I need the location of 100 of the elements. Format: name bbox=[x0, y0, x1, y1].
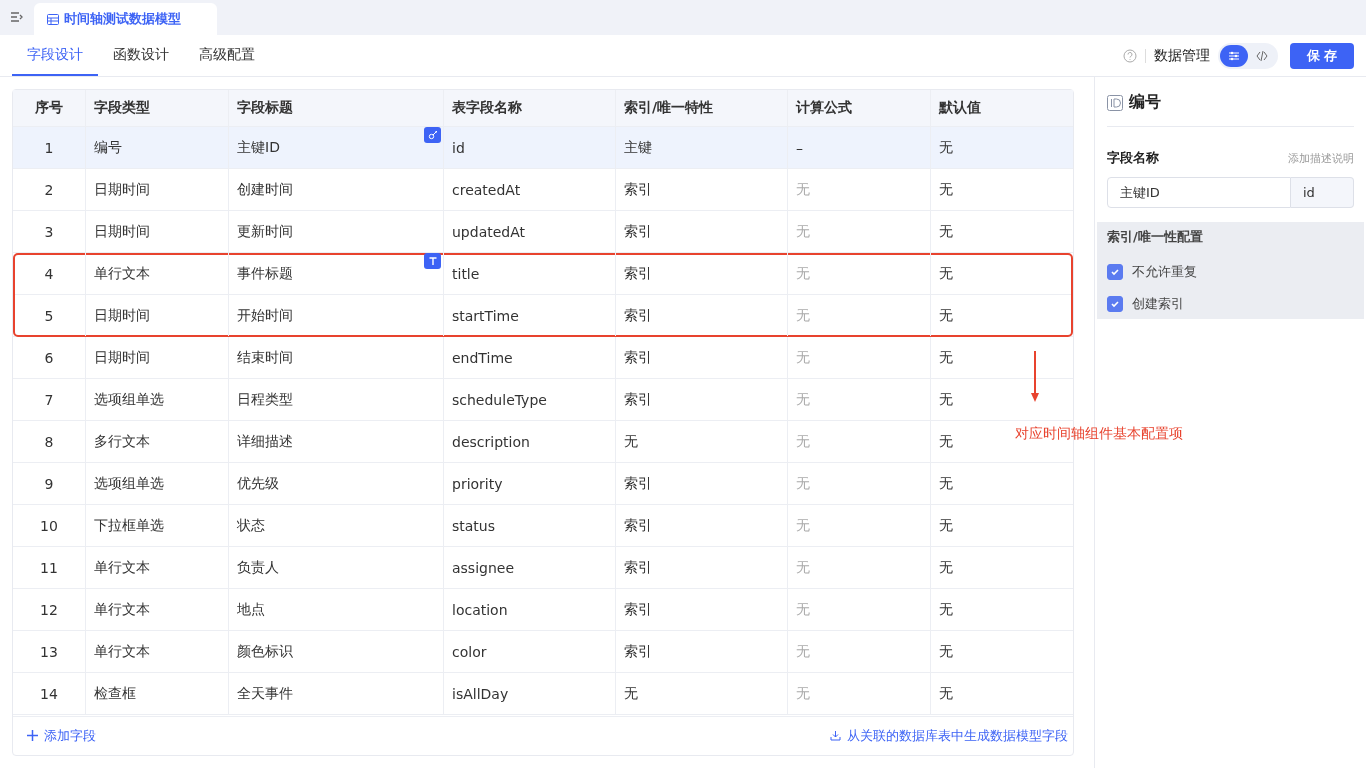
data-management-label: 数据管理 bbox=[1154, 46, 1210, 65]
table-icon bbox=[47, 13, 59, 25]
table-cell: 日期时间 bbox=[94, 180, 150, 199]
checkmark-icon bbox=[1110, 267, 1120, 277]
table-cell: 选项组单选 bbox=[94, 390, 164, 409]
table-cell: 无 bbox=[796, 558, 810, 577]
table-cell: 无 bbox=[796, 348, 810, 367]
table-cell: 事件标题 bbox=[237, 264, 293, 283]
table-cell: color bbox=[452, 643, 487, 660]
document-tab[interactable]: 时间轴测试数据模型 bbox=[34, 3, 217, 35]
table-cell: assignee bbox=[452, 559, 515, 576]
table-cell: 无 bbox=[939, 600, 953, 619]
table-cell: 检查框 bbox=[94, 684, 136, 703]
table-cell: 主键 bbox=[624, 138, 652, 157]
help-icon[interactable] bbox=[1123, 48, 1137, 63]
table-cell: 无 bbox=[796, 222, 810, 241]
table-cell: 无 bbox=[939, 306, 953, 325]
checkbox-label: 不允许重复 bbox=[1132, 263, 1197, 281]
table-cell: 编号 bbox=[94, 138, 122, 157]
table-cell: createdAt bbox=[452, 181, 521, 198]
table-cell: 无 bbox=[939, 348, 953, 367]
checkbox[interactable] bbox=[1107, 264, 1123, 280]
table-cell: 无 bbox=[796, 264, 810, 283]
generate-fields-link[interactable]: 从关联的数据库表中生成数据模型字段 bbox=[830, 726, 1068, 745]
tab[interactable]: 高级配置 bbox=[184, 35, 270, 76]
checkmark-icon bbox=[1110, 299, 1120, 309]
table-cell: 2 bbox=[44, 181, 54, 198]
table-cell: 地点 bbox=[237, 600, 265, 619]
table-cell: 选项组单选 bbox=[94, 474, 164, 493]
table-cell: startTime bbox=[452, 307, 519, 324]
table-cell: updatedAt bbox=[452, 223, 526, 240]
table-cell: 结束时间 bbox=[237, 348, 293, 367]
table-cell: 单行文本 bbox=[94, 642, 150, 661]
table-cell: 无 bbox=[796, 516, 810, 535]
table-cell: 索引 bbox=[624, 474, 652, 493]
add-description-link[interactable]: 添加描述说明 bbox=[1288, 150, 1354, 166]
table-cell: 多行文本 bbox=[94, 432, 150, 451]
table-cell: 无 bbox=[939, 474, 953, 493]
column-header: 表字段名称 bbox=[444, 90, 616, 126]
table-cell: 无 bbox=[796, 390, 810, 409]
checkbox[interactable] bbox=[1107, 296, 1123, 312]
field-label: 字段名称 bbox=[1107, 149, 1159, 167]
table-cell: 更新时间 bbox=[237, 222, 293, 241]
table-cell: 索引 bbox=[624, 516, 652, 535]
download-icon bbox=[830, 730, 841, 741]
table-cell: 无 bbox=[796, 474, 810, 493]
table-cell: 无 bbox=[939, 222, 953, 241]
table-cell: – bbox=[796, 139, 803, 156]
table-cell: 无 bbox=[796, 684, 810, 703]
tab[interactable]: 函数设计 bbox=[98, 35, 184, 76]
table-cell: 10 bbox=[40, 517, 58, 534]
table-cell: 1 bbox=[44, 139, 54, 156]
table-cell: 日期时间 bbox=[94, 306, 150, 325]
table-cell: 无 bbox=[939, 264, 953, 283]
table-cell: 日程类型 bbox=[237, 390, 293, 409]
table-cell: id bbox=[452, 139, 465, 156]
column-header: 字段类型 bbox=[86, 90, 229, 126]
table-cell: 单行文本 bbox=[94, 600, 150, 619]
table-cell: 9 bbox=[44, 475, 54, 492]
table-cell: 无 bbox=[796, 642, 810, 661]
annotation-text: 对应时间轴组件基本配置项 bbox=[1015, 425, 1183, 443]
table-cell: 无 bbox=[939, 180, 953, 199]
tab[interactable]: 字段设计 bbox=[12, 35, 98, 76]
table-cell: 无 bbox=[939, 516, 953, 535]
field-title-input[interactable]: 主键ID bbox=[1107, 177, 1291, 208]
sidebar-toggle-icon[interactable] bbox=[10, 11, 24, 23]
column-header: 计算公式 bbox=[788, 90, 931, 126]
table-cell: 单行文本 bbox=[94, 264, 150, 283]
table-cell: 开始时间 bbox=[237, 306, 293, 325]
table-cell: 4 bbox=[44, 265, 54, 282]
table-cell: 索引 bbox=[624, 264, 652, 283]
table-cell: 索引 bbox=[624, 642, 652, 661]
column-header: 序号 bbox=[13, 90, 86, 126]
arrow bbox=[1030, 351, 1040, 403]
table-cell: 6 bbox=[44, 349, 54, 366]
table-cell: 11 bbox=[40, 559, 58, 576]
save-button[interactable]: 保 存 bbox=[1290, 42, 1354, 69]
table-cell: 无 bbox=[796, 600, 810, 619]
table-cell: 5 bbox=[44, 307, 54, 324]
table-cell: priority bbox=[452, 475, 503, 492]
table-cell: 创建时间 bbox=[237, 180, 293, 199]
table-cell: 全天事件 bbox=[237, 684, 293, 703]
table-cell: 索引 bbox=[624, 558, 652, 577]
checkbox-label: 创建索引 bbox=[1132, 295, 1184, 313]
table-cell: 索引 bbox=[624, 348, 652, 367]
table-cell: 无 bbox=[939, 432, 953, 451]
document-title: 时间轴测试数据模型 bbox=[64, 10, 181, 28]
table-cell: 单行文本 bbox=[94, 558, 150, 577]
table-row[interactable]: 1 编号 主键ID id 主键 – 无 bbox=[13, 127, 1073, 169]
table-cell: 3 bbox=[44, 223, 54, 240]
panel-title: 编号 bbox=[1129, 92, 1161, 113]
field-name-input[interactable]: id bbox=[1291, 177, 1354, 208]
sliders-icon[interactable] bbox=[1220, 44, 1248, 67]
column-header: 默认值 bbox=[937, 98, 982, 117]
table-cell: 无 bbox=[796, 180, 810, 199]
table-cell: 无 bbox=[939, 390, 953, 409]
plus-icon bbox=[27, 730, 38, 741]
table-cell: endTime bbox=[452, 349, 513, 366]
add-field-link[interactable]: 添加字段 bbox=[27, 726, 96, 745]
table-cell: 无 bbox=[939, 558, 953, 577]
